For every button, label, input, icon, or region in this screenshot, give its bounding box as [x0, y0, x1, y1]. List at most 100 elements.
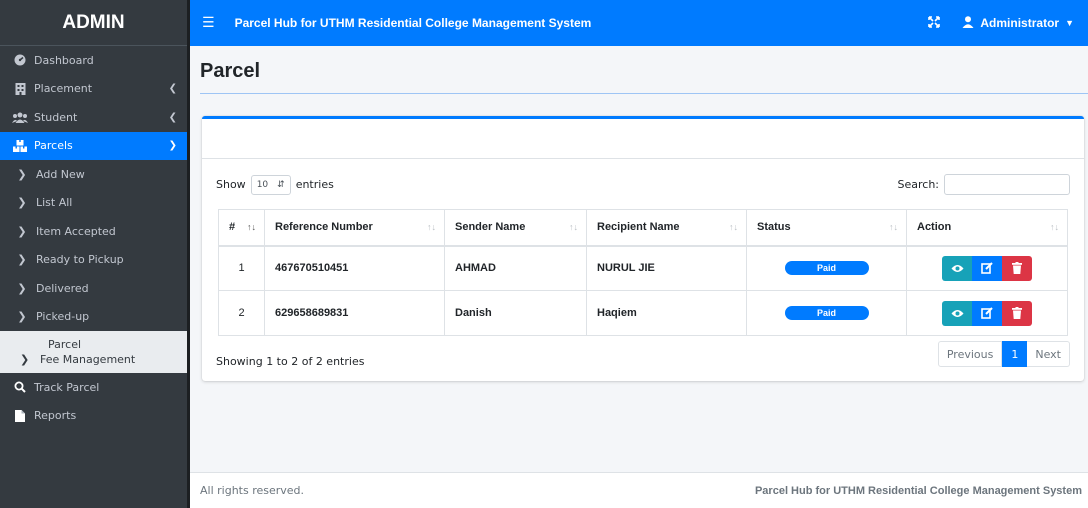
sidebar-item-label: Picked-up: [36, 310, 90, 324]
sidebar-item-label: Item Accepted: [36, 224, 116, 238]
cell-reference: 629658689831: [264, 290, 445, 336]
pagination-next[interactable]: Next: [1027, 341, 1070, 367]
sidebar-subitem-list-all[interactable]: ❯ List All: [0, 189, 187, 218]
sidebar-item-label: Dashboard: [34, 53, 94, 67]
sidebar-item-student[interactable]: Student ❮: [0, 103, 187, 132]
sort-icon: ↑↓: [569, 222, 578, 232]
pagination: Previous 1 Next: [937, 341, 1070, 367]
hamburger-menu-icon[interactable]: ☰: [202, 15, 215, 31]
sidebar-item-dashboard[interactable]: Dashboard: [0, 46, 187, 75]
topbar: ☰ Parcel Hub for UTHM Residential Colleg…: [190, 0, 1088, 46]
search-icon: [12, 381, 28, 393]
view-button[interactable]: [942, 300, 972, 326]
edit-icon: [981, 307, 993, 319]
cell-number: 1: [218, 245, 265, 291]
status-badge: Paid: [784, 261, 869, 276]
chevron-down-icon: ❯: [168, 140, 177, 152]
sidebar-parcel-label[interactable]: Parcel: [20, 337, 187, 352]
cell-recipient: Haqiem: [586, 290, 747, 336]
column-header-action[interactable]: Action ↑↓: [906, 209, 1068, 247]
sidebar-item-label: Parcels: [34, 139, 73, 153]
edit-button[interactable]: [972, 255, 1002, 281]
select-arrows-icon: ⇵: [277, 179, 285, 190]
cell-status: Paid: [746, 245, 907, 291]
chevron-right-icon: ❯: [17, 167, 27, 181]
chevron-left-icon: ❮: [168, 111, 177, 123]
building-icon: [12, 82, 28, 95]
pagination-previous[interactable]: Previous: [937, 341, 1003, 367]
chevron-right-icon: ❯: [20, 353, 30, 366]
sidebar-item-reports[interactable]: Reports: [0, 402, 187, 431]
column-header-number[interactable]: # ↑↓: [218, 209, 265, 247]
footer: All rights reserved. Parcel Hub for UTHM…: [190, 472, 1088, 508]
show-label: Show: [216, 178, 246, 191]
sidebar-item-track-parcel[interactable]: Track Parcel: [0, 373, 187, 402]
sidebar-parcel-group: Parcel ❯ Fee Management: [0, 331, 187, 373]
app-title: Parcel Hub for UTHM Residential College …: [234, 16, 592, 30]
sidebar-item-fee-management[interactable]: ❯ Fee Management: [20, 352, 187, 367]
user-menu[interactable]: Administrator ▼: [962, 15, 1074, 31]
trash-icon: [1012, 262, 1022, 275]
footer-app-name: Parcel Hub for UTHM Residential College …: [754, 484, 1082, 497]
sidebar-item-parcels[interactable]: Parcels ❯: [0, 131, 187, 160]
column-header-recipient[interactable]: Recipient Name ↑↓: [586, 209, 747, 247]
sidebar-item-placement[interactable]: Placement ❮: [0, 75, 187, 104]
title-divider: [200, 93, 1088, 94]
sidebar-subitem-add-new[interactable]: ❯ Add New: [0, 160, 187, 189]
sidebar-item-label: Track Parcel: [34, 380, 100, 394]
user-name: Administrator: [980, 16, 1060, 30]
parcels-submenu: ❯ Add New ❯ List All ❯ Item Accepted ❯ R…: [0, 160, 187, 331]
sidebar-nav-bottom: Track Parcel Reports: [0, 373, 187, 430]
trash-icon: [1012, 307, 1022, 319]
cell-action: [906, 290, 1068, 336]
cell-status: Paid: [746, 290, 907, 336]
search-label: Search:: [897, 178, 940, 191]
sidebar-item-label: Student: [34, 110, 78, 124]
entries-label: entries: [295, 178, 334, 191]
table-toolbar: Show 10 ⇵ entries Search:: [216, 174, 1070, 195]
chevron-right-icon: ❯: [17, 196, 27, 210]
user-icon: [962, 15, 974, 31]
column-header-status[interactable]: Status ↑↓: [746, 209, 907, 247]
search-input[interactable]: [944, 174, 1070, 195]
pagination-page-1[interactable]: 1: [1002, 341, 1028, 367]
edit-button[interactable]: [972, 300, 1002, 326]
column-header-sender[interactable]: Sender Name ↑↓: [444, 209, 587, 247]
sort-icon: ↑↓: [729, 222, 738, 232]
sidebar-item-label: Delivered: [36, 281, 89, 295]
sidebar-subitem-ready-to-pickup[interactable]: ❯ Ready to Pickup: [0, 246, 187, 275]
sidebar-item-label: Add New: [36, 167, 85, 181]
chevron-left-icon: ❮: [168, 83, 177, 95]
sidebar-nav: Dashboard Placement ❮ Student ❮ Parcels …: [0, 46, 187, 160]
eye-icon: [951, 309, 963, 317]
sidebar-subitem-delivered[interactable]: ❯ Delivered: [0, 274, 187, 303]
table-row: 2 629658689831 Danish Haqiem Paid: [218, 290, 1068, 336]
entries-select[interactable]: 10 ⇵: [250, 174, 291, 195]
edit-icon: [981, 262, 993, 275]
sidebar-subitem-item-accepted[interactable]: ❯ Item Accepted: [0, 217, 187, 246]
sort-icon: ↑↓: [889, 222, 898, 232]
cell-number: 2: [218, 290, 265, 336]
chevron-down-icon: ▼: [1065, 18, 1074, 28]
boxes-icon: [12, 139, 28, 152]
brand-logo[interactable]: ADMIN: [0, 0, 187, 46]
status-badge: Paid: [784, 306, 869, 320]
parcel-table: # ↑↓ Reference Number ↑↓ Sender Name ↑↓ Rec…: [218, 209, 1068, 336]
column-header-reference[interactable]: Reference Number ↑↓: [264, 209, 445, 247]
chevron-right-icon: ❯: [17, 224, 27, 238]
view-button[interactable]: [942, 255, 972, 281]
table-search: Search:: [897, 174, 1070, 195]
sidebar-item-label: List All: [36, 196, 73, 210]
fullscreen-icon[interactable]: [928, 15, 941, 31]
sort-icon: ↑↓: [1050, 222, 1059, 232]
sidebar-item-label: Ready to Pickup: [36, 253, 124, 267]
cell-sender: Danish: [444, 290, 587, 336]
file-icon: [12, 409, 28, 422]
sidebar-subitem-picked-up[interactable]: ❯ Picked-up: [0, 303, 187, 332]
eye-icon: [951, 264, 963, 272]
sidebar: ADMIN Dashboard Placement ❮ Student ❮ Pa…: [0, 0, 190, 508]
delete-button[interactable]: [1002, 255, 1032, 281]
card-header: [202, 119, 1084, 159]
delete-button[interactable]: [1002, 300, 1032, 326]
page-title: Parcel: [200, 60, 261, 82]
